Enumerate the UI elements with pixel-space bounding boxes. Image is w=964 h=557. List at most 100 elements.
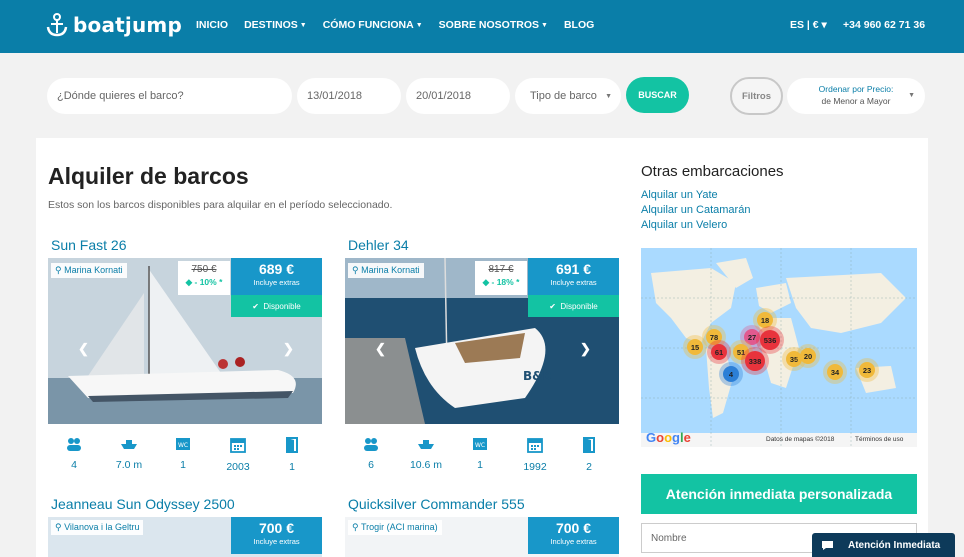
tag-icon: ◆ <box>185 277 195 287</box>
chevron-down-icon: ▼ <box>605 92 612 100</box>
nav-destinos[interactable]: DESTINOS ▼ <box>244 19 307 31</box>
spec-year: 1992 <box>515 437 555 473</box>
svg-text:18: 18 <box>761 316 769 325</box>
svg-text:WC: WC <box>178 442 188 449</box>
price-includes: Incluye extras <box>550 537 597 546</box>
svg-text:15: 15 <box>691 343 699 352</box>
chat-label: Atención Inmediata <box>848 539 941 551</box>
chevron-down-icon: ▼ <box>299 22 307 29</box>
map-cluster[interactable]: 15 <box>683 335 707 359</box>
calendar-icon <box>527 438 543 453</box>
spec-year: 2003 <box>218 437 258 473</box>
boat-type-select[interactable]: Tipo de barco ▼ <box>515 78 621 114</box>
svg-text:338: 338 <box>749 357 762 366</box>
link-alquilar-velero[interactable]: Alquilar un Velero <box>641 219 727 231</box>
people-icon <box>364 438 378 451</box>
google-logo: Google <box>646 430 691 445</box>
spec-length: 10.6 m <box>406 437 446 471</box>
map-cluster[interactable]: 23 <box>855 358 879 382</box>
price-includes: Incluye extras <box>253 278 300 287</box>
world-map: 18 78 15 27 536 51 61 338 35 20 4 34 23 <box>641 248 917 447</box>
nav-como-funciona[interactable]: CÓMO FUNCIONA ▼ <box>323 19 423 31</box>
boat-photo[interactable]: ⚲ Marina Kornati 750 € ◆ - 10% * 689 € I… <box>48 258 322 424</box>
old-price: 817 € <box>488 264 514 275</box>
boat-card[interactable]: Dehler 34 B&B ⚲ Marina Kornati 817 € ◆ -… <box>345 237 619 477</box>
search-button[interactable]: BUSCAR <box>626 77 689 113</box>
boat-photo[interactable]: ⚲ Trogir (ACI marina) 700 € Incluye extr… <box>345 517 619 557</box>
svg-text:34: 34 <box>831 368 840 377</box>
svg-text:WC: WC <box>475 442 485 449</box>
boat-name[interactable]: Quicksilver Commander 555 <box>348 496 525 512</box>
price: 689 € <box>258 261 295 277</box>
spec-people: 6 <box>351 437 391 471</box>
price-includes: Incluye extras <box>253 537 300 546</box>
language-currency-selector[interactable]: ES | € ▾ <box>790 19 827 31</box>
nav-inicio[interactable]: INICIO <box>196 19 228 31</box>
filters-button[interactable]: Filtros <box>730 77 783 115</box>
logo[interactable]: boatjump <box>46 13 182 37</box>
location-badge: ⚲ Marina Kornati <box>51 263 127 278</box>
next-photo-arrow[interactable]: ❯ <box>283 341 294 357</box>
boat-card[interactable]: Jeanneau Sun Odyssey 2500 ⚲ Vilanova i l… <box>48 496 322 557</box>
sort-label: Ordenar por Precio: <box>818 84 894 94</box>
spec-wc: WC 1 <box>163 437 203 471</box>
destination-input[interactable]: ¿Dónde quieres el barco? <box>47 78 292 114</box>
map-cluster[interactable]: 338 <box>741 347 769 375</box>
old-price-box: 750 € ◆ - 10% * <box>178 261 230 295</box>
boat-card[interactable]: Quicksilver Commander 555 ⚲ Trogir (ACI … <box>345 496 619 557</box>
map-cluster[interactable]: 34 <box>823 360 847 384</box>
boat-photo[interactable]: ⚲ Vilanova i la Geltru 700 € Incluye ext… <box>48 517 322 557</box>
old-price: 750 € <box>191 264 217 275</box>
wc-icon: WC <box>176 438 190 450</box>
date-to-input[interactable]: 20/01/2018 <box>406 78 510 114</box>
link-alquilar-yate[interactable]: Alquilar un Yate <box>641 189 718 201</box>
tag-icon: ◆ <box>482 277 492 287</box>
price-box: 689 € Incluye extras <box>231 258 322 295</box>
spec-cabins: 2 <box>569 437 609 473</box>
phone-number[interactable]: +34 960 62 71 36 <box>843 19 925 31</box>
boats-map[interactable]: 18 78 15 27 536 51 61 338 35 20 4 34 23 … <box>641 248 917 447</box>
chevron-down-icon: ▼ <box>415 22 423 29</box>
availability-badge: ✔ Disponible <box>528 295 619 317</box>
boat-name[interactable]: Sun Fast 26 <box>51 237 127 253</box>
price: 691 € <box>555 261 592 277</box>
availability-badge: ✔ Disponible <box>231 295 322 317</box>
discount: ◆ - 10% * <box>185 277 223 287</box>
attention-title: Atención inmediata personalizada <box>641 474 917 514</box>
map-terms-link[interactable]: Términos de uso <box>855 436 903 443</box>
location-badge: ⚲ Vilanova i la Geltru <box>51 520 144 535</box>
boat-card[interactable]: Sun Fast 26 ⚲ Marina Kornati 750 € ◆ - 1… <box>48 237 322 477</box>
prev-photo-arrow[interactable]: ❮ <box>78 341 89 357</box>
anchor-icon <box>46 13 68 37</box>
map-cluster[interactable]: 20 <box>796 344 820 368</box>
link-alquilar-catamaran[interactable]: Alquilar un Catamarán <box>641 204 750 216</box>
sort-value: de Menor a Mayor <box>821 96 891 106</box>
svg-text:27: 27 <box>748 333 756 342</box>
boat-name[interactable]: Dehler 34 <box>348 237 409 253</box>
map-cluster[interactable]: 4 <box>719 362 743 386</box>
location-badge: ⚲ Marina Kornati <box>348 263 424 278</box>
boat-name[interactable]: Jeanneau Sun Odyssey 2500 <box>51 496 235 512</box>
door-icon <box>583 437 595 453</box>
page-subtitle: Estos son los barcos disponibles para al… <box>48 199 393 211</box>
map-cluster[interactable]: 61 <box>707 340 731 364</box>
boat-specs: 6 10.6 m WC 1 1992 2 <box>345 437 619 477</box>
price: 700 € <box>555 520 592 536</box>
svg-text:20: 20 <box>804 352 812 361</box>
chevron-down-icon: ▼ <box>541 22 548 29</box>
next-photo-arrow[interactable]: ❯ <box>580 341 591 357</box>
chat-widget[interactable]: Atención Inmediata <box>812 533 955 557</box>
calendar-icon <box>230 438 246 453</box>
boat-specs: 4 7.0 m WC 1 2003 1 <box>48 437 322 477</box>
boat-photo[interactable]: B&B ⚲ Marina Kornati 817 € ◆ - 18% * 691… <box>345 258 619 424</box>
boat-length-icon <box>121 440 137 449</box>
main-nav: INICIO DESTINOS ▼ CÓMO FUNCIONA ▼ SOBRE NO… <box>196 19 594 31</box>
nav-blog[interactable]: BLOG <box>564 19 594 31</box>
date-from-input[interactable]: 13/01/2018 <box>297 78 401 114</box>
nav-sobre-nosotros[interactable]: SOBRE NOSOTROS ▼ <box>439 19 548 31</box>
svg-text:23: 23 <box>863 366 871 375</box>
svg-text:536: 536 <box>764 336 777 345</box>
sort-select[interactable]: Ordenar por Precio: de Menor a Mayor ▼ <box>787 78 925 114</box>
price-box: 700 € Incluye extras <box>528 517 619 554</box>
prev-photo-arrow[interactable]: ❮ <box>375 341 386 357</box>
